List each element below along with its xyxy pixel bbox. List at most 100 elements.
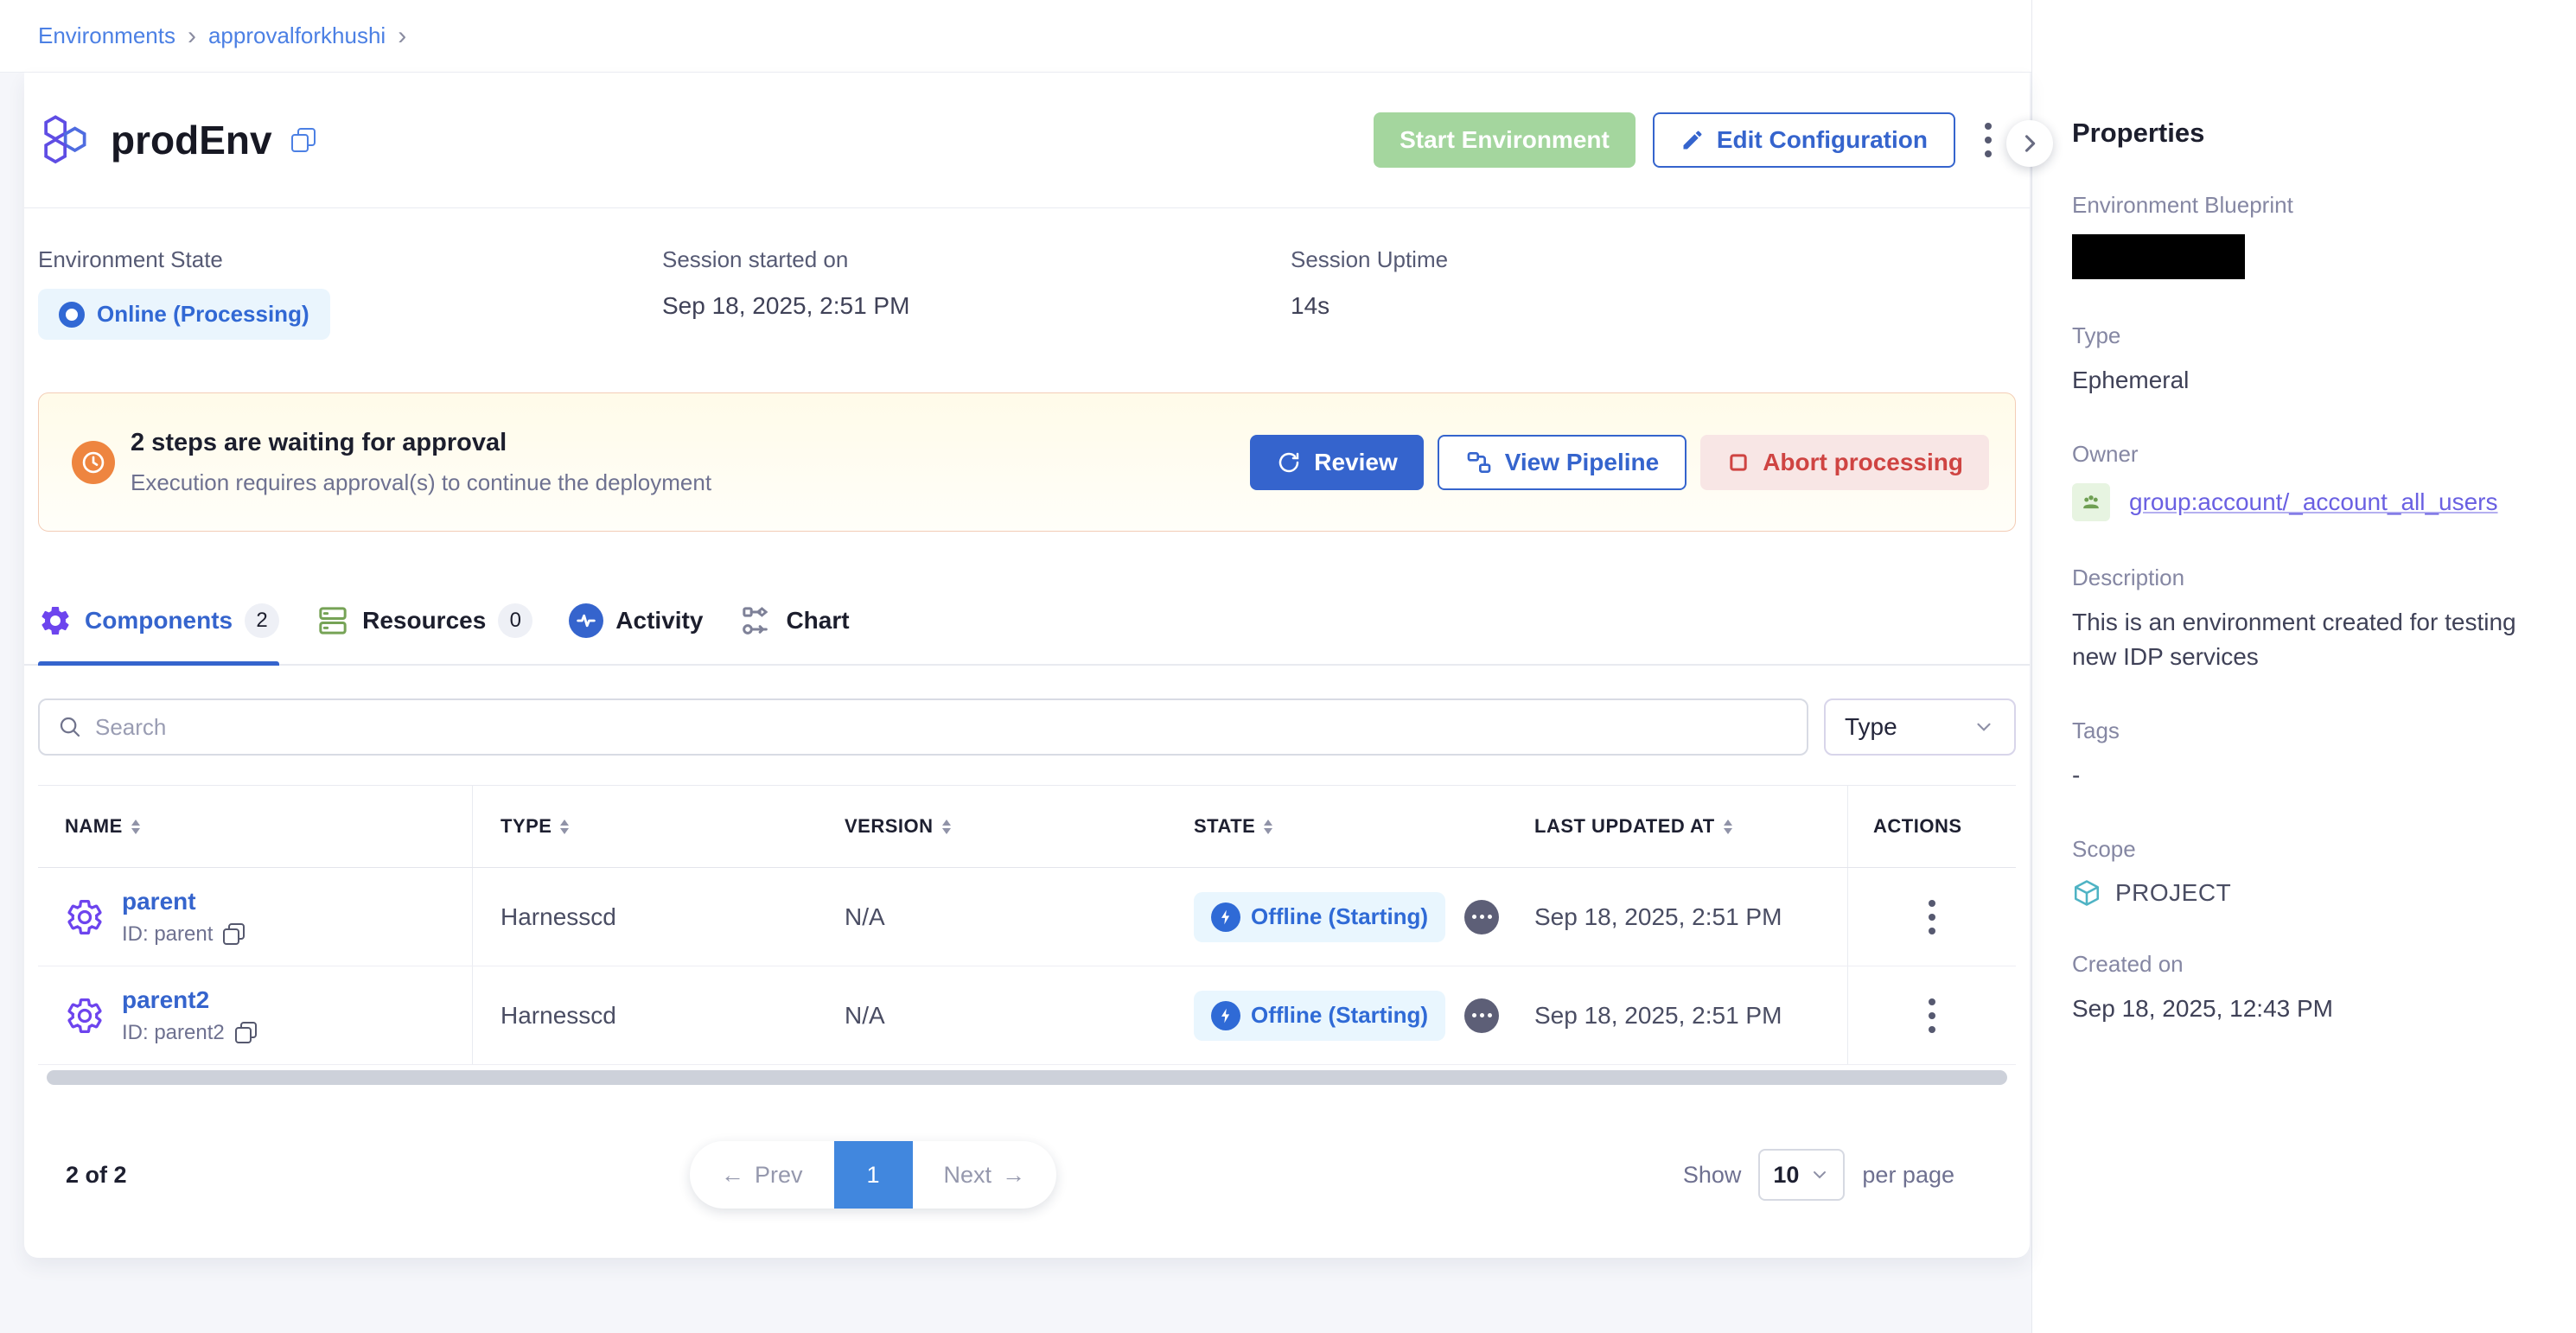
component-name-link[interactable]: parent [122, 888, 196, 915]
kebab-dot [1985, 150, 1992, 157]
per-page-label: per page [1862, 1162, 1954, 1189]
blueprint-redacted-value [2072, 234, 2245, 279]
breadcrumb-link-approvalforkhushi[interactable]: approvalforkhushi [208, 22, 386, 49]
tab-components-label: Components [85, 607, 233, 635]
column-header-version[interactable]: VERSION [817, 786, 1163, 867]
session-info-row: Environment State Online (Processing) Se… [24, 208, 2030, 392]
abort-processing-button[interactable]: Abort processing [1700, 435, 1989, 490]
gear-icon [65, 897, 105, 937]
view-pipeline-button[interactable]: View Pipeline [1438, 435, 1687, 490]
environment-state-value: Online (Processing) [97, 301, 309, 328]
session-started-value: Sep 18, 2025, 2:51 PM [662, 292, 1291, 320]
dot [1480, 1013, 1484, 1017]
edit-configuration-label: Edit Configuration [1717, 126, 1928, 154]
last-updated-cell: Sep 18, 2025, 2:51 PM [1505, 868, 1847, 966]
row-actions-menu-button[interactable] [1916, 990, 1948, 1042]
review-button[interactable]: Review [1250, 435, 1424, 490]
collapse-panel-button[interactable] [2006, 120, 2053, 167]
chevron-separator-icon: › [398, 23, 406, 49]
tab-activity[interactable]: Activity [569, 603, 703, 664]
environment-title-group: prodEnv [38, 113, 316, 167]
state-badge: Offline (Starting) [1194, 892, 1445, 942]
bolt-icon [1211, 1001, 1240, 1030]
sort-icon[interactable] [942, 815, 951, 839]
review-label: Review [1314, 449, 1398, 476]
components-table: NAME TYPE VERSION STATE LAST UPDATED AT … [38, 785, 2016, 1065]
chevron-right-icon [2018, 131, 2042, 156]
online-ring-icon [59, 302, 85, 328]
abort-processing-label: Abort processing [1763, 449, 1963, 476]
copy-icon[interactable] [235, 1022, 257, 1043]
owner-group-link[interactable]: group:account/_account_all_users [2129, 488, 2498, 516]
tab-chart[interactable]: Chart [739, 603, 849, 664]
version-cell: N/A [817, 966, 1163, 1064]
column-header-state[interactable]: STATE [1163, 786, 1505, 867]
tab-components[interactable]: Components 2 [38, 603, 279, 664]
scope-value: PROJECT [2115, 879, 2231, 907]
column-header-name[interactable]: NAME [38, 786, 472, 867]
sort-icon[interactable] [131, 815, 140, 839]
kebab-dot [1929, 1012, 1935, 1019]
tab-activity-label: Activity [615, 607, 703, 635]
table-row: parent ID: parent Harnesscd N/A Offline [38, 868, 2016, 966]
start-environment-button[interactable]: Start Environment [1374, 112, 1636, 168]
type-filter-dropdown[interactable]: Type [1824, 698, 2016, 756]
horizontal-scrollbar[interactable] [47, 1070, 2007, 1085]
components-count-badge: 2 [245, 603, 279, 638]
page-number-button[interactable]: 1 [834, 1141, 913, 1209]
session-started-label: Session started on [662, 246, 1291, 273]
environment-header: prodEnv Start Environment Edit Configura… [24, 73, 2030, 208]
edit-configuration-button[interactable]: Edit Configuration [1653, 112, 1955, 168]
row-actions-menu-button[interactable] [1916, 891, 1948, 943]
properties-panel: Properties Environment Blueprint Type Ep… [2031, 0, 2576, 1333]
kebab-dot [1929, 1026, 1935, 1033]
kebab-dot [1985, 123, 1992, 130]
view-pipeline-label: View Pipeline [1505, 449, 1659, 476]
approval-banner-text: 2 steps are waiting for approval Executi… [131, 429, 711, 496]
header-more-menu-button[interactable] [1973, 114, 2004, 166]
version-cell: N/A [817, 868, 1163, 966]
description-value: This is an environment created for testi… [2072, 605, 2522, 674]
blueprint-label: Environment Blueprint [2072, 192, 2541, 219]
search-input[interactable] [95, 714, 1789, 741]
name-cell: parent2 ID: parent2 [38, 966, 472, 1064]
approval-banner-actions: Review View Pipeline [1250, 435, 1989, 490]
dot [1488, 915, 1492, 919]
column-header-type[interactable]: TYPE [472, 786, 817, 867]
component-name-link[interactable]: parent2 [122, 986, 209, 1013]
pagination-summary: 2 of 2 [66, 1162, 127, 1189]
last-updated-cell: Sep 18, 2025, 2:51 PM [1505, 966, 1847, 1064]
page-size-group: Show 10 per page [1683, 1149, 1954, 1201]
column-header-actions: ACTIONS [1847, 786, 2016, 867]
kebab-dot [1929, 998, 1935, 1005]
arrow-left-icon: ← [721, 1162, 744, 1189]
breadcrumb-bar: Environments › approvalforkhushi › [0, 0, 2031, 73]
sort-icon[interactable] [1724, 815, 1732, 839]
type-value: Ephemeral [2072, 363, 2541, 398]
breadcrumb-link-environments[interactable]: Environments [38, 22, 175, 49]
session-uptime-block: Session Uptime 14s [1291, 246, 1448, 392]
pipeline-icon [1465, 449, 1493, 476]
activity-pulse-icon [569, 603, 603, 638]
main-column: Environments › approvalforkhushi › [0, 0, 2031, 1333]
copy-icon[interactable] [223, 923, 245, 945]
page-size-dropdown[interactable]: 10 [1758, 1149, 1845, 1201]
copy-title-icon[interactable] [291, 128, 316, 152]
environment-state-badge: Online (Processing) [38, 289, 330, 340]
scope-label: Scope [2072, 836, 2541, 863]
tab-resources[interactable]: Resources 0 [316, 603, 532, 664]
approval-banner-title: 2 steps are waiting for approval [131, 429, 711, 457]
arrow-right-icon: → [1002, 1162, 1025, 1189]
sort-icon[interactable] [1264, 815, 1272, 839]
pencil-icon [1680, 128, 1705, 152]
owner-label: Owner [2072, 441, 2541, 468]
prev-page-button[interactable]: ← Prev [690, 1141, 834, 1209]
search-icon [57, 714, 83, 740]
next-page-button[interactable]: Next → [913, 1141, 1057, 1209]
sort-icon[interactable] [560, 815, 569, 839]
pending-ellipsis-icon [1464, 900, 1499, 934]
table-header-row: NAME TYPE VERSION STATE LAST UPDATED AT … [38, 786, 2016, 868]
header-actions: Start Environment Edit Configuration [1374, 112, 2004, 168]
gear-icon [65, 996, 105, 1036]
column-header-last-updated[interactable]: LAST UPDATED AT [1505, 786, 1847, 867]
